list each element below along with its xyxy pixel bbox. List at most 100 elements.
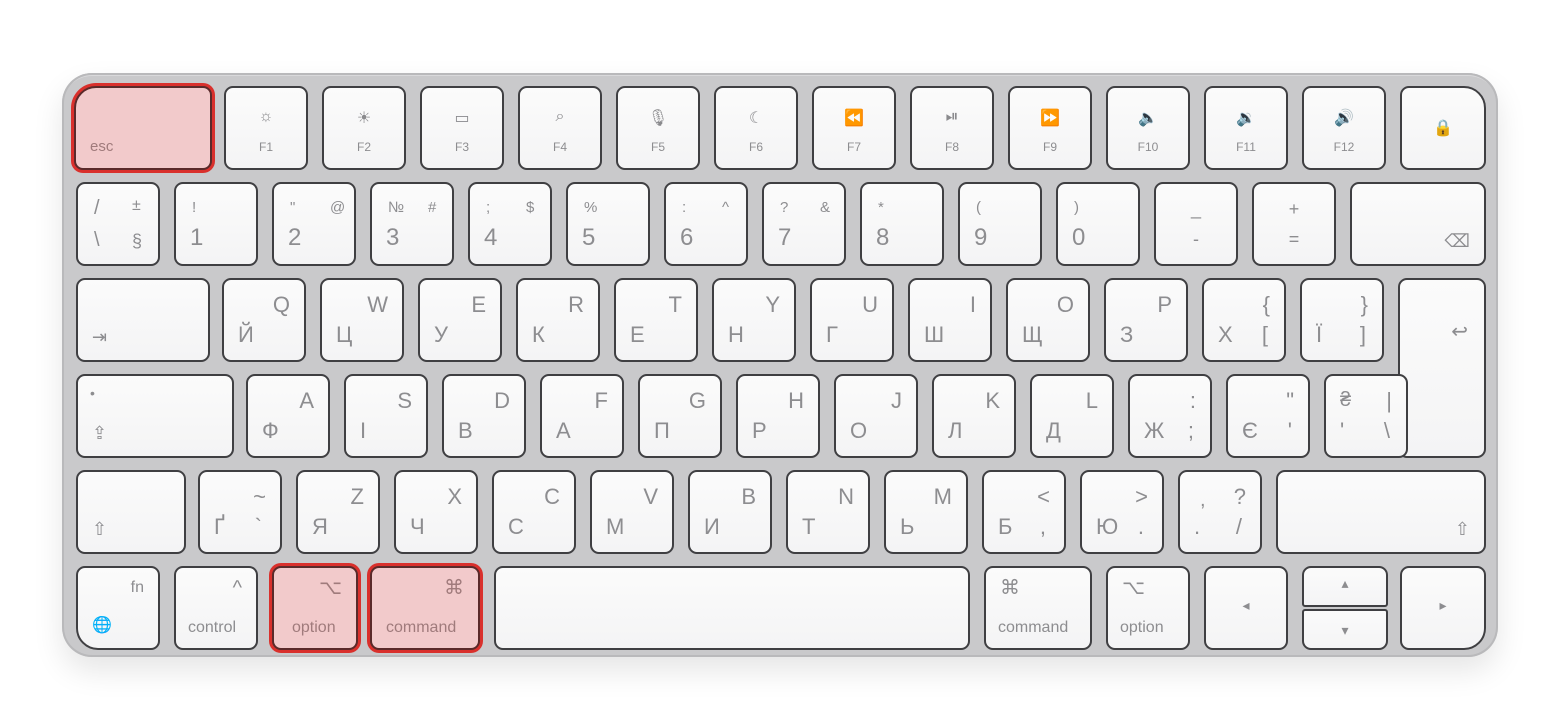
letter-key-a-row-11[interactable]: | ' \ ₴ <box>1324 374 1408 458</box>
letter-key-a-row-0[interactable]: AФ <box>246 374 330 458</box>
key-legend: 7 <box>778 224 792 251</box>
letter-key-u[interactable]: UГ <box>810 278 894 362</box>
delete-icon: ⌫ <box>1444 231 1470 251</box>
letter-key-o[interactable]: OЩ <box>1006 278 1090 362</box>
arrow-left-key[interactable]: ◂ <box>1204 566 1288 650</box>
command-right-key[interactable]: ⌘ command <box>984 566 1092 650</box>
lock-key[interactable]: 🔒 <box>1400 86 1486 170</box>
letter-key-t[interactable]: TЕ <box>614 278 698 362</box>
option-left-key[interactable]: ⌥ option <box>272 566 358 650</box>
arrow-up-key[interactable]: ▴ <box>1302 566 1388 607</box>
arrow-down-key[interactable]: ▾ <box>1302 609 1388 650</box>
latin-legend: Z <box>350 484 364 509</box>
moon-icon: ☾ <box>748 110 764 127</box>
letter-key-}[interactable]: } Ї] <box>1300 278 1384 362</box>
cyrillic-legend: Т <box>802 514 816 539</box>
function-key-f3[interactable]: ▭ F3 <box>420 86 504 170</box>
cyrillic-legend: Ш <box>924 322 945 347</box>
letter-key-a-row-8[interactable]: LД <box>1030 374 1114 458</box>
tab-key[interactable]: ⇥ <box>76 278 210 362</box>
letter-key-e[interactable]: EУ <box>418 278 502 362</box>
letter-key-p[interactable]: PЗ <box>1104 278 1188 362</box>
cyrillic-legend: І <box>360 418 367 443</box>
letter-key-a-row-2[interactable]: DВ <box>442 374 526 458</box>
delete-key[interactable]: ⌫ <box>1350 182 1486 266</box>
caps-lock-indicator: • <box>90 385 95 401</box>
letter-key-a-row-10[interactable]: " Є ' <box>1226 374 1310 458</box>
letter-key-z-row-0[interactable]: ~ Ґ ` <box>198 470 282 554</box>
letter-key-a-row-7[interactable]: KЛ <box>932 374 1016 458</box>
command-left-key[interactable]: ⌘ command <box>370 566 480 650</box>
function-key-f1[interactable]: ☼ F1 <box>224 86 308 170</box>
cyrillic-legend: Ю <box>1096 514 1119 539</box>
key-legend: 8 <box>876 224 890 251</box>
letter-key-z-row-9[interactable]: > Ю. <box>1080 470 1164 554</box>
letter-key-z-row-6[interactable]: NТ <box>786 470 870 554</box>
left-shift-key[interactable]: ⇧ <box>76 470 186 554</box>
letter-key-a-row-1[interactable]: SІ <box>344 374 428 458</box>
key-legend: @ <box>330 199 346 216</box>
letter-key-i[interactable]: IШ <box>908 278 992 362</box>
letter-key-a-row-6[interactable]: JО <box>834 374 918 458</box>
esc-key[interactable]: esc <box>74 86 212 170</box>
letter-key-{[interactable]: {Х [ <box>1202 278 1286 362</box>
letter-key-z-row-2[interactable]: XЧ <box>394 470 478 554</box>
number-key-5[interactable]: % 5 <box>566 182 650 266</box>
fn-globe-key[interactable]: fn 🌐 <box>76 566 160 650</box>
letter-key-z-row-8[interactable]: < Б, <box>982 470 1066 554</box>
letter-key-y[interactable]: YН <box>712 278 796 362</box>
letter-key-z-row-5[interactable]: BИ <box>688 470 772 554</box>
number-key-0[interactable]: / ± \ § <box>76 182 160 266</box>
number-key-6[interactable]: : ^ 6 <box>664 182 748 266</box>
letter-key-a-row-4[interactable]: GП <box>638 374 722 458</box>
function-key-f4[interactable]: ⌕ F4 <box>518 86 602 170</box>
number-key-10[interactable]: ) 0 <box>1056 182 1140 266</box>
return-key[interactable]: ↩ <box>1398 278 1486 458</box>
function-key-f12[interactable]: 🔊 F12 <box>1302 86 1386 170</box>
number-key-7[interactable]: ? & 7 <box>762 182 846 266</box>
function-key-f2[interactable]: ☀ F2 <box>322 86 406 170</box>
number-key-8[interactable]: * 8 <box>860 182 944 266</box>
letter-key-a-row-3[interactable]: FА <box>540 374 624 458</box>
key-legend: + <box>1288 199 1300 219</box>
function-key-f10[interactable]: 🔈 F10 <box>1106 86 1190 170</box>
function-key-f6[interactable]: ☾ F6 <box>714 86 798 170</box>
latin-legend: F <box>594 388 608 413</box>
letter-key-z-row-1[interactable]: ZЯ <box>296 470 380 554</box>
function-key-f7[interactable]: ⏪ F7 <box>812 86 896 170</box>
latin-legend: J <box>891 388 902 413</box>
function-key-f5[interactable]: 🎙 F5 <box>616 86 700 170</box>
mute-icon: 🔈 <box>1138 110 1158 127</box>
number-key-1[interactable]: ! 1 <box>174 182 258 266</box>
option-right-key[interactable]: ⌥ option <box>1106 566 1190 650</box>
caps-lock-key[interactable]: • ⇪ <box>76 374 234 458</box>
letter-key-z-row-10[interactable]: ?. /, <box>1178 470 1262 554</box>
number-key-12[interactable]: + = <box>1252 182 1336 266</box>
letter-key-z-row-3[interactable]: CС <box>492 470 576 554</box>
right-shift-key[interactable]: ⇧ <box>1276 470 1486 554</box>
letter-key-r[interactable]: RК <box>516 278 600 362</box>
number-key-9[interactable]: (9 <box>958 182 1042 266</box>
letter-key-q[interactable]: QЙ <box>222 278 306 362</box>
function-key-f9[interactable]: ⏩ F9 <box>1008 86 1092 170</box>
number-key-2[interactable]: " @2 <box>272 182 356 266</box>
number-key-4[interactable]: ; $4 <box>468 182 552 266</box>
cyrillic-legend: Ь <box>900 514 915 539</box>
control-key[interactable]: ^ control <box>174 566 258 650</box>
latin-legend: " <box>1286 388 1294 413</box>
key-legend: 3 <box>386 224 400 251</box>
number-key-3[interactable]: № #3 <box>370 182 454 266</box>
number-key-11[interactable]: _ - <box>1154 182 1238 266</box>
letter-key-z-row-7[interactable]: MЬ <box>884 470 968 554</box>
letter-key-z-row-4[interactable]: VМ <box>590 470 674 554</box>
cyrillic-legend: Ф <box>262 418 279 443</box>
cyrillic-legend: Е <box>630 322 645 347</box>
letter-key-a-row-5[interactable]: HР <box>736 374 820 458</box>
arrow-right-key[interactable]: ▸ <box>1400 566 1486 650</box>
space-bar[interactable] <box>494 566 970 650</box>
function-key-label: F8 <box>944 140 959 154</box>
function-key-f11[interactable]: 🔉 F11 <box>1204 86 1288 170</box>
function-key-f8[interactable]: ⏯ F8 <box>910 86 994 170</box>
letter-key-a-row-9[interactable]: : Ж; <box>1128 374 1212 458</box>
letter-key-w[interactable]: WЦ <box>320 278 404 362</box>
